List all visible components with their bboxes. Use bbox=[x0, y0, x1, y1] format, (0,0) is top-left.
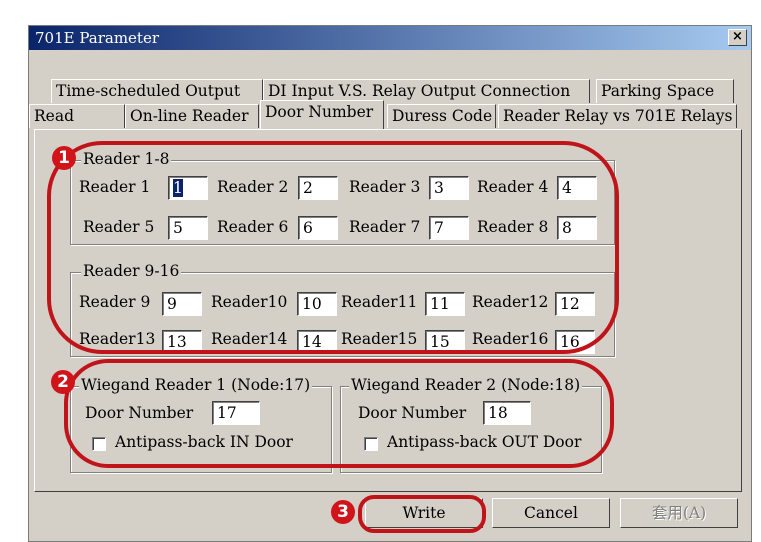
antipass-in-checkbox[interactable] bbox=[92, 437, 106, 451]
group-title: Reader 1-8 bbox=[81, 150, 172, 168]
reader-label: Reader 1 bbox=[79, 178, 151, 196]
group-title: Wiegand Reader 1 (Node:17) bbox=[79, 376, 313, 394]
tab-duress-code[interactable]: Duress Code bbox=[387, 104, 496, 128]
reader-15-field[interactable]: 15 bbox=[425, 330, 465, 354]
tab-online-reader[interactable]: On-line Reader bbox=[125, 104, 259, 128]
tab-label: Reader Relay vs 701E Relays bbox=[503, 107, 733, 125]
reader-label: Reader 7 bbox=[349, 218, 421, 236]
write-button[interactable]: Write bbox=[365, 498, 483, 528]
reader-13-field[interactable]: 13 bbox=[162, 330, 202, 354]
group-title: Reader 9-16 bbox=[81, 262, 182, 280]
reader-label: Reader 6 bbox=[217, 218, 289, 236]
reader-label: Reader11 bbox=[341, 293, 418, 311]
marker-3-badge: 3 bbox=[331, 500, 355, 524]
tab-time-scheduled-output[interactable]: Time-scheduled Output bbox=[51, 79, 263, 103]
door-number-label: Door Number bbox=[358, 404, 467, 422]
reader-label: Reader 9 bbox=[79, 293, 151, 311]
marker-1-badge: 1 bbox=[52, 146, 76, 170]
tab-door-number[interactable]: Door Number bbox=[260, 100, 384, 130]
window-title: 701E Parameter bbox=[35, 29, 159, 47]
reader-2-field[interactable]: 2 bbox=[298, 176, 338, 200]
marker-2-badge: 2 bbox=[51, 370, 75, 394]
antipass-in-label: Antipass-back IN Door bbox=[115, 433, 293, 451]
parameter-dialog: 701E Parameter × Time-scheduled Output D… bbox=[28, 25, 752, 542]
tab-label: Duress Code bbox=[392, 107, 493, 125]
tab-label: Door Number bbox=[265, 103, 374, 121]
group-wiegand-reader-2: Wiegand Reader 2 (Node:18) bbox=[340, 376, 602, 473]
tab-label: Parking Space bbox=[601, 82, 715, 100]
reader-label: Reader12 bbox=[472, 293, 549, 311]
reader-label: Reader 3 bbox=[349, 178, 421, 196]
cancel-button[interactable]: Cancel bbox=[492, 498, 610, 528]
reader-label: Reader15 bbox=[341, 330, 418, 348]
wiegand-1-door-number-field[interactable]: 17 bbox=[212, 401, 260, 425]
tab-read[interactable]: Read bbox=[29, 104, 125, 128]
tab-label: On-line Reader bbox=[130, 107, 249, 125]
reader-8-field[interactable]: 8 bbox=[557, 216, 597, 240]
antipass-out-checkbox[interactable] bbox=[364, 437, 378, 451]
reader-5-field[interactable]: 5 bbox=[168, 216, 208, 240]
tab-panel: Reader 1-8 Reader 1 1 Reader 2 2 Reader … bbox=[34, 129, 742, 492]
reader-1-field[interactable]: 1 bbox=[168, 176, 208, 200]
reader-label: Reader16 bbox=[472, 330, 549, 348]
reader-7-field[interactable]: 7 bbox=[429, 216, 469, 240]
tab-label: Time-scheduled Output bbox=[56, 82, 241, 100]
tab-label: DI Input V.S. Relay Output Connection bbox=[268, 82, 571, 100]
wiegand-2-door-number-field[interactable]: 18 bbox=[483, 401, 531, 425]
reader-11-field[interactable]: 11 bbox=[425, 292, 465, 316]
title-bar[interactable]: 701E Parameter × bbox=[29, 26, 751, 50]
tab-parking-space[interactable]: Parking Space bbox=[596, 79, 734, 103]
close-icon: × bbox=[732, 29, 743, 44]
door-number-label: Door Number bbox=[85, 404, 194, 422]
close-button[interactable]: × bbox=[728, 29, 747, 46]
reader-3-field[interactable]: 3 bbox=[429, 176, 469, 200]
apply-button: 套用(A) bbox=[620, 498, 738, 528]
reader-label: Reader 2 bbox=[217, 178, 289, 196]
reader-4-field[interactable]: 4 bbox=[557, 176, 597, 200]
reader-16-field[interactable]: 16 bbox=[555, 330, 595, 354]
reader-label: Reader10 bbox=[211, 293, 288, 311]
group-wiegand-reader-1: Wiegand Reader 1 (Node:17) bbox=[70, 376, 332, 473]
reader-label: Reader14 bbox=[211, 330, 288, 348]
reader-12-field[interactable]: 12 bbox=[555, 292, 595, 316]
reader-10-field[interactable]: 10 bbox=[297, 292, 337, 316]
reader-6-field[interactable]: 6 bbox=[298, 216, 338, 240]
tab-label: Read bbox=[34, 107, 75, 125]
antipass-out-label: Antipass-back OUT Door bbox=[387, 433, 582, 451]
tab-reader-relay-vs-701e-relays[interactable]: Reader Relay vs 701E Relays bbox=[498, 104, 737, 128]
reader-label: Reader 5 bbox=[83, 218, 155, 236]
reader-label: Reader 4 bbox=[477, 178, 549, 196]
reader-label: Reader 8 bbox=[477, 218, 549, 236]
reader-9-field[interactable]: 9 bbox=[162, 292, 202, 316]
reader-14-field[interactable]: 14 bbox=[297, 330, 337, 354]
reader-label: Reader13 bbox=[79, 330, 156, 348]
group-title: Wiegand Reader 2 (Node:18) bbox=[349, 376, 583, 394]
